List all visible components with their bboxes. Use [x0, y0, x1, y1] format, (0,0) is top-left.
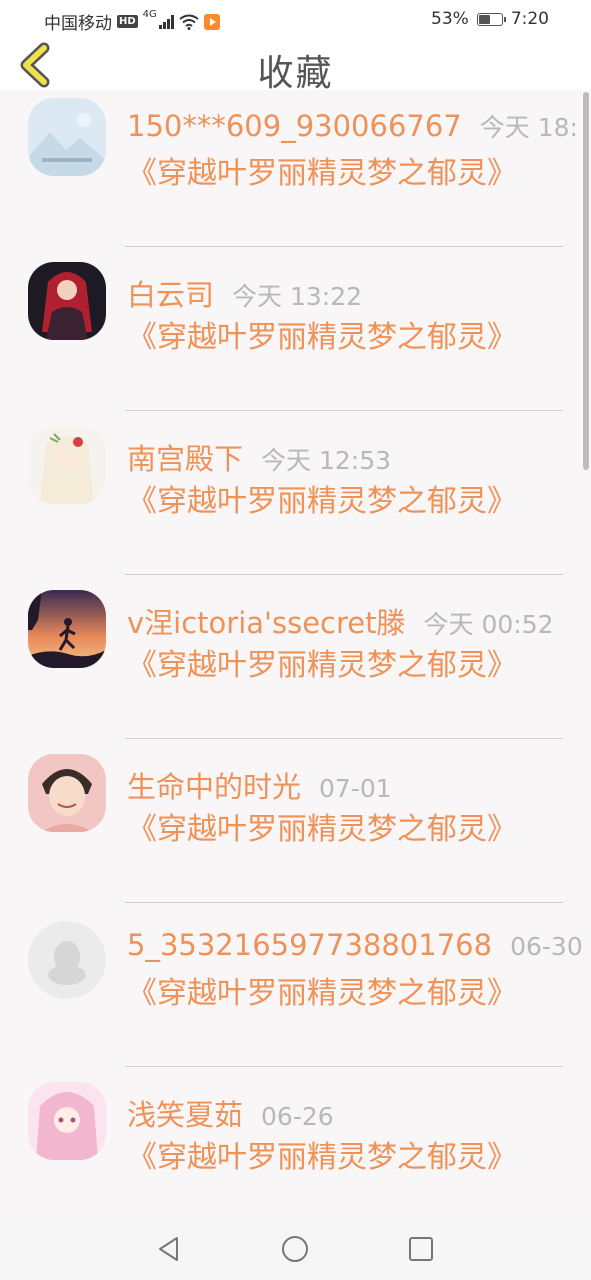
list-item[interactable]: 浅笑夏茹 06-26 《穿越叶罗丽精灵梦之郁灵》 [0, 1074, 591, 1218]
list-item[interactable]: v涅ictoria'ssecret滕 今天 00:52 《穿越叶罗丽精灵梦之郁灵》 [0, 582, 591, 746]
story-title[interactable]: 《穿越叶罗丽精灵梦之郁灵》 [127, 1136, 517, 1180]
avatar[interactable] [28, 98, 106, 176]
timestamp: 今天 13:22 [232, 282, 363, 311]
user-name: 南宫殿下 今天 12:53 [127, 442, 392, 476]
divider [125, 738, 563, 739]
landscape-avatar-icon [28, 98, 106, 176]
system-nav-bar [0, 1218, 591, 1280]
avatar[interactable] [28, 426, 106, 504]
story-title[interactable]: 《穿越叶罗丽精灵梦之郁灵》 [127, 316, 517, 360]
list-item[interactable]: 5_353216597738801768 06-30 《穿越叶罗丽精灵梦之郁灵》 [0, 910, 591, 1074]
story-title[interactable]: 《穿越叶罗丽精灵梦之郁灵》 [127, 152, 517, 196]
carrier-label: 中国移动 [44, 14, 112, 34]
list-item[interactable]: 150***609_930066767 今天 18: 《穿越叶罗丽精灵梦之郁灵》 [0, 90, 591, 254]
story-title[interactable]: 《穿越叶罗丽精灵梦之郁灵》 [127, 480, 517, 524]
list-item[interactable]: 白云司 今天 13:22 《穿越叶罗丽精灵梦之郁灵》 [0, 254, 591, 418]
nav-back-button[interactable] [155, 1235, 183, 1263]
user-name: v涅ictoria'ssecret滕 今天 00:52 [127, 606, 554, 640]
avatar[interactable] [28, 1082, 106, 1160]
page-title: 收藏 [257, 53, 334, 94]
story-title[interactable]: 《穿越叶罗丽精灵梦之郁灵》 [127, 808, 517, 852]
divider [125, 1066, 563, 1067]
default-penguin-avatar-icon [28, 921, 106, 999]
video-app-icon [203, 13, 220, 30]
title-bar: 收藏 [0, 40, 591, 94]
favorites-list[interactable]: 150***609_930066767 今天 18: 《穿越叶罗丽精灵梦之郁灵》 … [0, 90, 591, 1218]
avatar[interactable] [28, 590, 106, 668]
scrollbar[interactable] [583, 92, 589, 470]
timestamp: 今天 00:52 [423, 610, 554, 639]
wifi-icon [179, 14, 199, 30]
back-triangle-icon [159, 1237, 178, 1261]
user-name: 浅笑夏茹 06-26 [127, 1098, 334, 1132]
sunset-runner-avatar-icon [28, 590, 106, 668]
avatar[interactable] [28, 754, 106, 832]
story-title[interactable]: 《穿越叶罗丽精灵梦之郁灵》 [127, 644, 517, 688]
user-name: 生命中的时光 07-01 [127, 770, 392, 804]
clock: 7:20 [510, 9, 549, 29]
timestamp: 06-26 [261, 1102, 334, 1131]
pink-hair-girl-avatar-icon [28, 1082, 106, 1160]
divider [125, 410, 563, 411]
white-hair-girl-avatar-icon [28, 426, 106, 504]
battery-percent: 53% [431, 9, 469, 29]
timestamp: 07-01 [319, 774, 392, 803]
story-title[interactable]: 《穿越叶罗丽精灵梦之郁灵》 [127, 972, 517, 1016]
divider [125, 902, 563, 903]
nav-home-button[interactable] [281, 1235, 309, 1263]
timestamp: 今天 18: [479, 113, 578, 142]
divider [125, 574, 563, 575]
list-item[interactable]: 南宫殿下 今天 12:53 《穿越叶罗丽精灵梦之郁灵》 [0, 418, 591, 582]
divider [125, 246, 563, 247]
avatar[interactable] [28, 921, 106, 999]
nav-recents-button[interactable] [407, 1235, 435, 1263]
hd-icon: HD [117, 15, 138, 28]
user-name: 5_353216597738801768 06-30 [127, 928, 583, 962]
list-item[interactable]: 生命中的时光 07-01 《穿越叶罗丽精灵梦之郁灵》 [0, 746, 591, 910]
recents-square-icon [409, 1237, 433, 1261]
timestamp: 06-30 [510, 932, 583, 961]
signal-icon [158, 14, 174, 29]
avatar[interactable] [28, 262, 106, 340]
user-name: 白云司 今天 13:22 [127, 278, 363, 312]
anime-boy-avatar-icon [28, 754, 106, 832]
battery-icon [476, 12, 506, 26]
status-bar: 中国移动 HD 4G 53% 7:20 [0, 0, 591, 40]
network-label: 4G [142, 9, 157, 20]
red-hair-girl-avatar-icon [28, 262, 106, 340]
home-circle-icon [282, 1236, 308, 1262]
timestamp: 今天 12:53 [261, 446, 392, 475]
user-name: 150***609_930066767 今天 18: [127, 109, 578, 143]
